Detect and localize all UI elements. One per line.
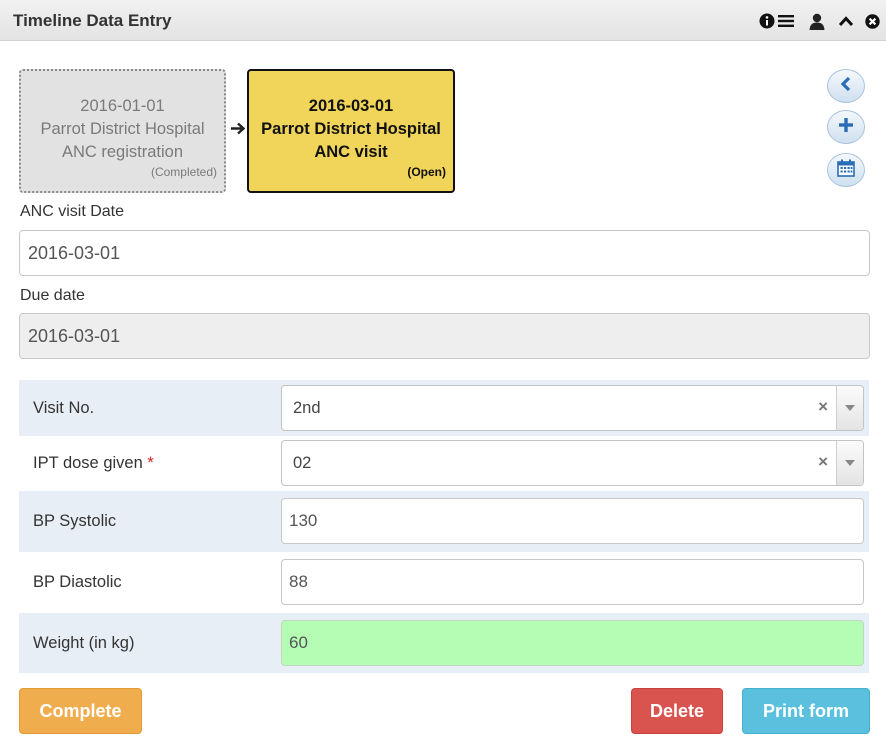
- dropdown-arrow-icon[interactable]: [836, 386, 863, 430]
- visit-no-select[interactable]: 2nd ×: [281, 385, 864, 431]
- event-date: 2016-01-01: [80, 97, 165, 115]
- ipt-dose-select[interactable]: 02 ×: [281, 440, 864, 486]
- event-status: (Open): [407, 165, 446, 179]
- due-date-input: [19, 313, 870, 359]
- form-row-visit-no: Visit No. 2nd ×: [19, 380, 869, 436]
- required-marker: *: [147, 454, 154, 472]
- header-toolbar: [759, 10, 880, 32]
- form-row-bp-diastolic: BP Diastolic: [19, 552, 869, 613]
- event-card-open[interactable]: 2016-03-01 Parrot District Hospital ANC …: [247, 69, 455, 193]
- close-circle-icon[interactable]: [865, 13, 880, 29]
- event-stage: ANC visit: [314, 143, 388, 161]
- arrow-right-icon: [231, 121, 246, 141]
- widget-title: Timeline Data Entry: [13, 11, 172, 30]
- event-status: (Completed): [150, 165, 217, 179]
- info-icon[interactable]: [759, 13, 775, 29]
- event-date-input[interactable]: [19, 230, 870, 276]
- bp-diastolic-label: BP Diastolic: [33, 573, 122, 591]
- chevron-up-icon[interactable]: [838, 15, 854, 27]
- clear-icon[interactable]: ×: [818, 452, 828, 472]
- event-date: 2016-03-01: [308, 97, 394, 115]
- user-icon[interactable]: [809, 13, 825, 30]
- ipt-dose-value: 02: [293, 454, 312, 472]
- weight-label: Weight (in kg): [33, 634, 135, 652]
- event-card-completed[interactable]: 2016-01-01 Parrot District Hospital ANC …: [19, 69, 226, 193]
- bp-systolic-label: BP Systolic: [33, 512, 117, 530]
- complete-button[interactable]: Complete: [19, 688, 142, 734]
- delete-button[interactable]: Delete: [631, 688, 723, 734]
- visit-no-value: 2nd: [293, 399, 321, 417]
- ipt-dose-label-text: IPT dose given: [33, 454, 143, 472]
- plus-icon: [838, 117, 854, 138]
- bp-systolic-input[interactable]: [281, 498, 864, 544]
- event-stage: ANC registration: [61, 143, 184, 161]
- bp-diastolic-input[interactable]: [281, 559, 864, 605]
- form-row-bp-systolic: BP Systolic: [19, 491, 869, 552]
- clear-icon[interactable]: ×: [818, 397, 828, 417]
- due-date-label: Due date: [20, 287, 85, 304]
- list-icon[interactable]: [778, 14, 794, 28]
- event-orgunit: Parrot District Hospital: [40, 120, 205, 138]
- event-orgunit: Parrot District Hospital: [261, 120, 441, 138]
- calendar-icon: [837, 159, 855, 182]
- form-row-ipt-dose: IPT dose given * 02 ×: [19, 436, 869, 491]
- widget-header: Timeline Data Entry: [0, 0, 886, 41]
- chevron-left-icon: [839, 76, 853, 97]
- weight-input[interactable]: [281, 620, 864, 666]
- schedule-event-button[interactable]: [827, 153, 865, 187]
- add-event-button[interactable]: [827, 110, 865, 144]
- print-form-button[interactable]: Print form: [742, 688, 870, 734]
- event-date-label: ANC visit Date: [20, 203, 125, 220]
- previous-event-button[interactable]: [827, 69, 865, 103]
- visit-no-label: Visit No.: [33, 399, 95, 417]
- dropdown-arrow-icon[interactable]: [836, 441, 863, 485]
- ipt-dose-label: IPT dose given *: [33, 454, 154, 473]
- form-row-weight: Weight (in kg): [19, 613, 869, 673]
